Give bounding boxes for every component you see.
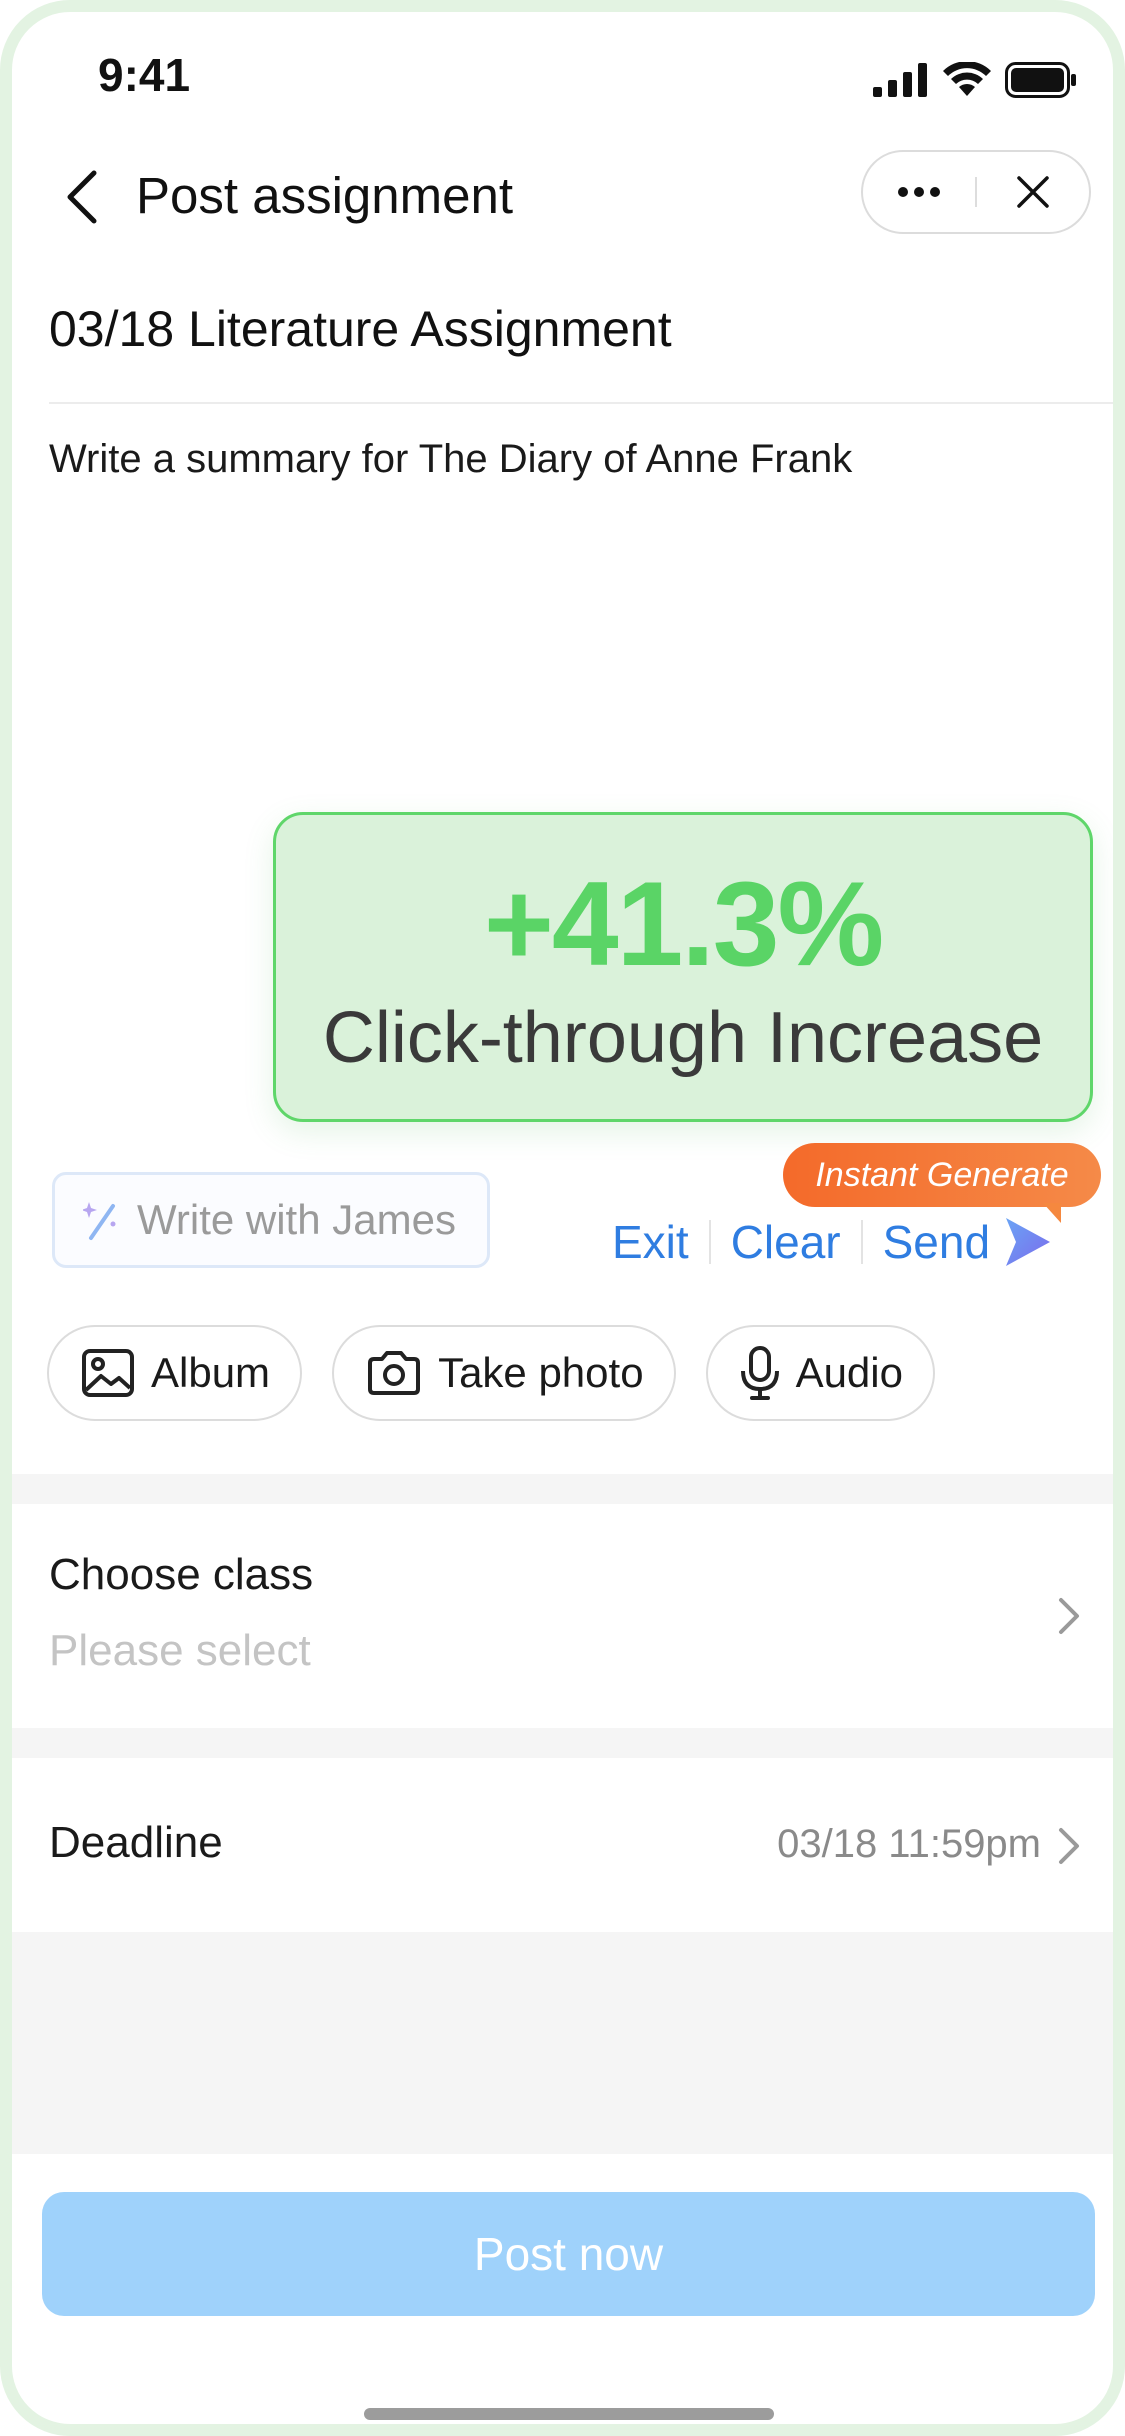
page-title: Post assignment	[136, 167, 514, 224]
empty-area	[12, 1932, 1113, 2154]
clear-button[interactable]: Clear	[731, 1215, 841, 1269]
stat-label: Click-through Increase	[322, 998, 1044, 1078]
status-time: 9:41	[98, 49, 191, 101]
more-button[interactable]	[863, 152, 975, 232]
status-icons	[873, 62, 1077, 98]
write-with-ai-label: Write with James	[137, 1196, 456, 1243]
attachment-options: Album Take photo Audio	[47, 1325, 935, 1421]
instant-generate-badge: Instant Generate	[783, 1143, 1101, 1223]
assignment-title-input[interactable]: 03/18 Literature Assignment	[49, 300, 672, 358]
action-divider	[860, 1220, 863, 1264]
send-arrow-icon	[1006, 1218, 1051, 1266]
stat-value: +41.3%	[483, 857, 884, 991]
home-indicator	[364, 2408, 774, 2420]
deadline-row[interactable]: Deadline 03/18 11:59pm	[12, 1758, 1113, 1932]
magic-wand-icon	[83, 1202, 116, 1240]
take-photo-button[interactable]: Take photo	[332, 1325, 676, 1421]
status-bar: 9:41	[12, 12, 1113, 142]
audio-button[interactable]: Audio	[705, 1325, 935, 1421]
chevron-right-icon	[1049, 1826, 1089, 1866]
write-with-ai-button[interactable]: Write with James	[52, 1172, 490, 1268]
battery-icon	[1005, 62, 1076, 98]
more-dots-icon	[898, 187, 940, 197]
exit-button[interactable]: Exit	[612, 1215, 689, 1269]
divider	[49, 402, 1113, 404]
back-arrow-icon	[67, 170, 97, 224]
camera-icon	[368, 1351, 421, 1395]
take-photo-label: Take photo	[438, 1349, 644, 1396]
close-button[interactable]	[977, 152, 1089, 232]
mini-program-capsule	[861, 150, 1091, 234]
close-icon	[1017, 176, 1049, 208]
microphone-icon	[740, 1346, 779, 1400]
nav-bar: Post assignment	[12, 142, 1113, 252]
assignment-body-textarea[interactable]: Write a summary for The Diary of Anne Fr…	[49, 437, 852, 482]
chevron-right-icon	[1049, 1596, 1089, 1636]
send-button[interactable]: Send	[883, 1215, 1052, 1269]
audio-label: Audio	[795, 1349, 903, 1396]
choose-class-label: Choose class	[49, 1550, 314, 1599]
wifi-icon	[943, 62, 991, 96]
deadline-label: Deadline	[49, 1818, 223, 1867]
album-button[interactable]: Album	[47, 1325, 303, 1421]
section-separator	[12, 1728, 1113, 1758]
ai-actions: Exit Clear Send	[612, 1215, 1052, 1269]
cellular-signal-icon	[873, 63, 927, 97]
image-icon	[82, 1349, 134, 1397]
choose-class-placeholder: Please select	[49, 1626, 311, 1675]
choose-class-row[interactable]: Choose class Please select	[12, 1504, 1113, 1728]
album-label: Album	[151, 1349, 271, 1396]
action-divider	[708, 1220, 711, 1264]
deadline-value: 03/18 11:59pm	[777, 1822, 1041, 1866]
post-now-button[interactable]: Post now	[42, 2192, 1095, 2316]
back-button[interactable]	[52, 164, 112, 230]
phone-frame: 9:41 Post assignment 03/18 Literature As…	[0, 0, 1125, 2436]
stat-callout: +41.3% Click-through Increase	[273, 812, 1093, 1122]
section-separator	[12, 1474, 1113, 1504]
send-label: Send	[882, 1216, 991, 1268]
